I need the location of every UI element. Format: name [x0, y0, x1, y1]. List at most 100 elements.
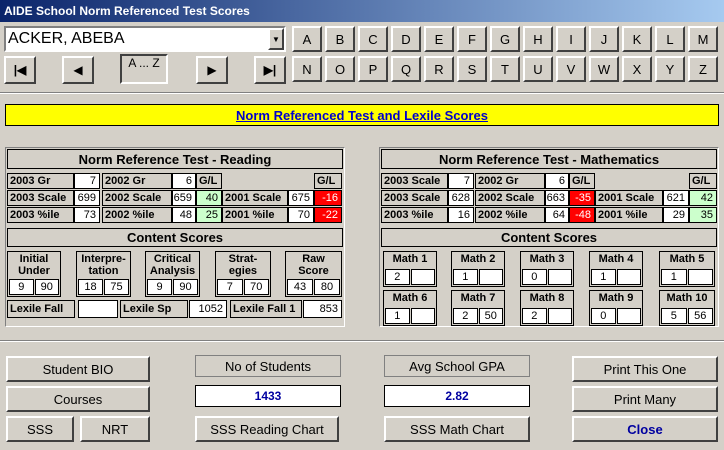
section-banner: Norm Referenced Test and Lexile Scores: [5, 104, 719, 126]
math-content-title: Content Scores: [381, 228, 717, 247]
math-2001-pctile-value: 29: [663, 207, 689, 223]
nrt-button[interactable]: NRT: [80, 416, 150, 442]
content-pct: 33: [410, 308, 435, 324]
courses-button[interactable]: Courses: [6, 386, 150, 412]
content-label: Math 6: [392, 292, 428, 304]
math-2003-pctile-value: 16: [448, 207, 474, 223]
sss-math-chart-button[interactable]: SSS Math Chart: [384, 416, 530, 442]
letter-v-button[interactable]: V: [556, 56, 586, 82]
section-banner-link[interactable]: Norm Referenced Test and Lexile Scores: [236, 108, 488, 123]
content-label: Raw Score: [298, 253, 329, 277]
letter-b-button[interactable]: B: [325, 26, 355, 52]
letter-s-button[interactable]: S: [457, 56, 487, 82]
content-raw: 7: [217, 279, 243, 295]
letter-m-button[interactable]: M: [688, 26, 718, 52]
letter-g-button[interactable]: G: [490, 26, 520, 52]
reading-2001-pctile-value: 70: [288, 207, 314, 223]
letter-t-button[interactable]: T: [490, 56, 520, 82]
reading-2001-scale-gl: -16: [314, 190, 342, 206]
reading-2002-pctile-label: 2002 %ile: [102, 207, 172, 223]
last-record-button[interactable]: ▶|: [254, 56, 286, 84]
content-pct: 0: [547, 269, 572, 285]
no-of-students-value: 1433: [195, 385, 341, 407]
math-gl-header-1: G/L: [569, 173, 595, 189]
letter-buttons-row-1: A B C D E F G H I J K L M: [292, 26, 722, 52]
math-content-9: Math 9 00: [589, 290, 643, 326]
math-title: Norm Reference Test - Mathematics: [381, 149, 717, 169]
math-2002-gr-value: 6: [545, 173, 569, 189]
letter-p-button[interactable]: P: [358, 56, 388, 82]
student-select[interactable]: ACKER, ABEBA ▼: [4, 26, 286, 52]
sss-button[interactable]: SSS: [6, 416, 74, 442]
math-2001-scale-value: 621: [663, 190, 689, 206]
content-label: Math 8: [529, 292, 565, 304]
content-label: Math 3: [529, 253, 565, 265]
reading-2003-pctile-label: 2003 %ile: [7, 207, 74, 223]
last-record-icon: ▶|: [263, 63, 277, 77]
math-2002-scale-label: 2002 Scale: [475, 190, 545, 206]
reading-2001-scale-label: 2001 Scale: [222, 190, 288, 206]
reading-2002-gr-label: 2002 Gr: [102, 173, 172, 189]
letter-e-button[interactable]: E: [424, 26, 454, 52]
first-record-button[interactable]: |◀: [4, 56, 36, 84]
student-bio-button[interactable]: Student BIO: [6, 356, 150, 382]
letter-y-button[interactable]: Y: [655, 56, 685, 82]
math-2002-gr-label: 2002 Gr: [475, 173, 545, 189]
letter-w-button[interactable]: W: [589, 56, 619, 82]
reading-2002-scale-gl: 40: [196, 190, 222, 206]
close-button[interactable]: Close: [572, 416, 718, 442]
content-pct: 25: [687, 269, 713, 285]
letter-u-button[interactable]: U: [523, 56, 553, 82]
letter-x-button[interactable]: X: [622, 56, 652, 82]
letter-z-button[interactable]: Z: [688, 56, 718, 82]
math-2003-scale-value-r1: 7: [448, 173, 474, 189]
next-record-button[interactable]: ▶: [196, 56, 228, 84]
content-pct: 40: [547, 308, 572, 324]
reading-2003-pctile-value: 73: [74, 207, 100, 223]
letter-i-button[interactable]: I: [556, 26, 586, 52]
print-this-one-button[interactable]: Print This One: [572, 356, 718, 382]
letter-k-button[interactable]: K: [622, 26, 652, 52]
letter-d-button[interactable]: D: [391, 26, 421, 52]
lexile-fall-value: [78, 300, 118, 318]
letter-l-button[interactable]: L: [655, 26, 685, 52]
math-content-4: Math 4 1 17: [589, 251, 643, 287]
letter-c-button[interactable]: C: [358, 26, 388, 52]
letter-h-button[interactable]: H: [523, 26, 553, 52]
a-to-z-button[interactable]: A ... Z: [120, 54, 168, 84]
content-raw: 18: [78, 279, 103, 295]
reading-2002-scale-label: 2002 Scale: [102, 190, 172, 206]
sss-reading-chart-button[interactable]: SSS Reading Chart: [195, 416, 339, 442]
content-raw: 2: [453, 308, 478, 324]
math-content-10: Math 10 5 56: [659, 290, 715, 326]
previous-record-button[interactable]: ◀: [62, 56, 94, 84]
letter-a-button[interactable]: A: [292, 26, 322, 52]
a-to-z-label: A ... Z: [128, 56, 160, 70]
letter-j-button[interactable]: J: [589, 26, 619, 52]
reading-gl-header-1: G/L: [196, 173, 222, 189]
letter-o-button[interactable]: O: [325, 56, 355, 82]
content-label: Math 2: [460, 253, 496, 265]
print-many-button[interactable]: Print Many: [572, 386, 718, 412]
content-label: Interpre-tation: [81, 253, 126, 277]
letter-q-button[interactable]: Q: [391, 56, 421, 82]
math-2003-scale-label: 2003 Scale: [381, 190, 448, 206]
content-label: Math 5: [669, 253, 705, 265]
content-label: Strat-egies: [228, 253, 258, 277]
avg-school-gpa-label: Avg School GPA: [384, 355, 530, 377]
letter-f-button[interactable]: F: [457, 26, 487, 52]
content-label: Math 10: [666, 292, 708, 304]
letter-n-button[interactable]: N: [292, 56, 322, 82]
content-raw: 9: [9, 279, 34, 295]
letter-r-button[interactable]: R: [424, 56, 454, 82]
content-raw: 1: [385, 308, 410, 324]
chevron-down-icon[interactable]: ▼: [268, 28, 284, 50]
separator-line-2: [0, 340, 724, 342]
math-2002-scale-value: 663: [545, 190, 569, 206]
math-2002-pctile-label: 2002 %ile: [475, 207, 545, 223]
content-pct: 17: [478, 269, 503, 285]
content-pct: 50: [478, 308, 503, 324]
math-2003-scale-value: 628: [448, 190, 474, 206]
reading-2002-scale-value: 659: [172, 190, 196, 206]
content-raw: 2: [385, 269, 410, 285]
